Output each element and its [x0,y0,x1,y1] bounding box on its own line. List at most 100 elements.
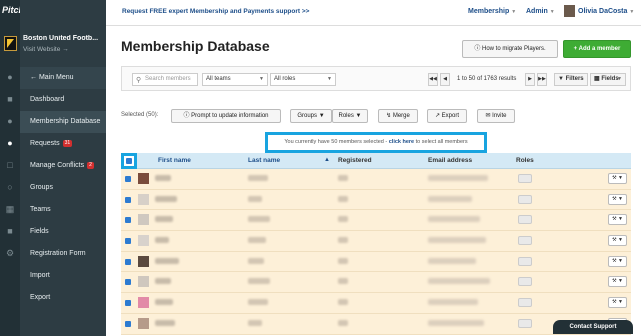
row-checkbox[interactable] [125,258,131,265]
chart-icon[interactable]: ▦ [5,204,15,214]
table-row[interactable]: ⚒ ▼ [121,231,631,252]
contact-support-button[interactable]: Contact Support [553,320,633,334]
filters-button-label: Filters [565,76,584,82]
merge-icon: ↯ [386,113,392,119]
last-name-cell [248,299,268,306]
row-checkbox[interactable] [125,279,131,286]
people-icon[interactable]: ● [5,116,15,126]
row-checkbox[interactable] [125,238,131,245]
column-last-name[interactable]: Last name [248,157,280,164]
teams-select[interactable]: All teams ▼ [202,73,268,86]
table-row[interactable]: ⚒ ▼ [121,272,631,294]
groups-button[interactable]: Groups ▼ [290,109,332,123]
sidebar-item-membership-database[interactable]: Membership Database [20,111,106,133]
sidebar-item-requests[interactable]: Requests 31 [20,133,106,155]
table-row[interactable]: ⚒ ▼ [121,210,631,232]
prompt-update-button[interactable]: ⓘ Prompt to update information [171,109,281,123]
sidebar-item-teams[interactable]: Teams [20,199,106,221]
money-icon[interactable]: ■ [5,226,15,236]
merge-button[interactable]: ↯ Merge [378,109,418,123]
column-email[interactable]: Email address [428,157,472,164]
row-actions-button[interactable]: ⚒ ▼ [608,173,627,184]
row-checkbox[interactable] [125,196,131,203]
globe-icon[interactable]: ○ [5,182,15,192]
table-row[interactable]: ⚒ ▼ [121,169,631,190]
table-row[interactable]: ⚒ ▼ [121,189,631,211]
column-roles[interactable]: Roles [516,157,534,164]
registered-cell [338,319,348,326]
first-page-icon[interactable]: ◀◀ [428,73,438,86]
requests-badge: 31 [62,139,73,147]
sidebar-item-dashboard[interactable]: Dashboard [20,89,106,111]
email-cell [428,319,484,326]
home-icon[interactable]: ● [5,72,15,82]
prev-page-icon[interactable]: ◀ [440,73,450,86]
row-actions-button[interactable]: ⚒ ▼ [608,255,627,267]
membership-menu[interactable]: Membership ▼ [468,8,516,15]
club-name[interactable]: Boston United Footb... [23,35,103,42]
column-first-name[interactable]: First name [158,157,191,164]
user-menu[interactable]: Olivia DaCosta ▼ [578,8,634,15]
members-icon[interactable]: ● [5,138,15,148]
search-input[interactable]: ⚲ Search members [132,73,198,86]
registered-cell [338,195,348,202]
sidebar-item-fields[interactable]: Fields [20,221,106,243]
sidebar: Boston United Footb... Visit Website → ←… [4,0,106,336]
last-name-cell [248,319,262,326]
row-actions-button[interactable]: ⚒ ▼ [608,276,627,288]
select-all-link[interactable]: click here [389,139,414,145]
dashboard-icon[interactable]: ■ [5,94,15,104]
table-row[interactable]: ⚒ ▼ [121,293,631,314]
filters-button[interactable]: ▼ Filters [554,73,588,86]
invite-button[interactable]: ✉ Invite [477,109,515,123]
row-checkbox[interactable] [125,320,131,327]
sidebar-item-label: Teams [30,206,51,213]
table-row[interactable]: ⚒ ▼ [121,251,631,273]
email-cell [428,195,472,202]
last-page-icon[interactable]: ▶▶ [537,73,547,86]
search-placeholder: Search members [145,76,191,82]
sidebar-item-manage-conflicts[interactable]: Manage Conflicts 2 [20,155,106,177]
roles-select[interactable]: All roles ▼ [270,73,336,86]
selected-count: Selected (50): [121,112,159,118]
row-actions-button[interactable]: ⚒ ▼ [608,297,627,309]
sidebar-item-export[interactable]: Export [20,287,106,309]
sidebar-item-registration-form[interactable]: Registration Form [20,243,106,265]
results-count: 1 to 50 of 1763 results [457,76,517,82]
sort-asc-icon[interactable]: ▲ [324,157,330,163]
row-checkbox[interactable] [125,217,131,224]
sidebar-item-groups[interactable]: Groups [20,177,106,199]
roles-button[interactable]: Roles ▼ [332,109,368,123]
sidebar-item-label: Registration Form [30,250,86,257]
support-request-link[interactable]: Request FREE expert Membership and Payme… [122,8,309,15]
settings-icon[interactable]: ⚙ [5,248,15,258]
registered-cell [338,278,348,285]
admin-menu[interactable]: Admin ▼ [526,8,555,15]
email-cell [428,257,476,264]
add-member-button[interactable]: + Add a member [563,40,631,58]
row-actions-button[interactable]: ⚒ ▼ [608,214,627,226]
next-page-icon[interactable]: ▶ [525,73,535,86]
first-name-cell [155,319,175,326]
migrate-players-button[interactable]: ⓘ How to migrate Players. [462,40,558,58]
sidebar-item-main-menu[interactable]: ← Main Menu [20,67,106,89]
select-all-checkbox[interactable] [121,153,137,169]
sidebar-item-label: ← Main Menu [30,74,74,81]
sidebar-item-import[interactable]: Import [20,265,106,287]
row-actions-button[interactable]: ⚒ ▼ [608,193,627,205]
roles-cell [518,194,532,204]
prompt-update-label: Prompt to update information [191,113,269,119]
row-checkbox[interactable] [125,300,131,307]
sidebar-nav: ← Main Menu Dashboard Membership Databas… [20,67,106,309]
notice-text: You currently have 50 members selected - [284,139,389,145]
visit-website-link[interactable]: Visit Website → [23,46,69,53]
row-actions-button[interactable]: ⚒ ▼ [608,235,627,247]
fields-button[interactable]: ▦ Fields ▼ [590,73,626,86]
export-button[interactable]: ↗ Export [427,109,467,123]
sidebar-item-label: Manage Conflicts [30,162,85,169]
column-registered[interactable]: Registered [338,157,372,164]
calendar-icon[interactable]: □ [5,160,15,170]
roles-cell [518,298,532,308]
row-checkbox[interactable] [125,176,131,182]
user-avatar[interactable] [564,5,575,17]
